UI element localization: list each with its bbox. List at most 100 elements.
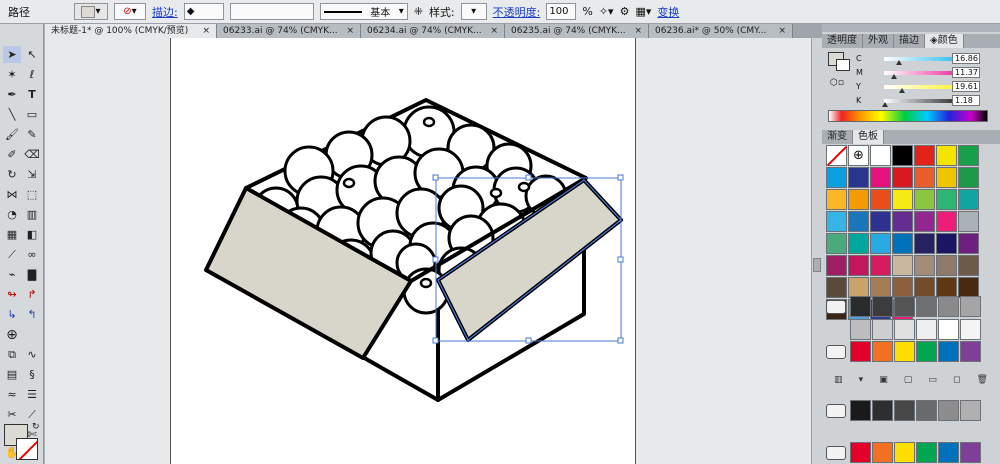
tab-stroke[interactable]: 描边 <box>894 34 925 48</box>
color-swatch[interactable] <box>892 211 913 232</box>
color-swatch[interactable] <box>960 400 981 421</box>
color-swatch[interactable] <box>916 341 937 362</box>
scale-tool-icon[interactable]: ⇲ <box>23 166 41 183</box>
color-swatch[interactable] <box>848 167 869 188</box>
color-swatch[interactable] <box>960 296 981 317</box>
color-swatch[interactable] <box>960 442 981 463</box>
settings-gear-icon[interactable]: ⚙ <box>620 5 630 18</box>
stroke-weight-field[interactable]: ◆ <box>183 3 224 20</box>
type-tool-icon[interactable]: T <box>23 86 41 103</box>
blob-brush-tool-icon[interactable]: ✐ <box>3 146 21 163</box>
magenta-value[interactable]: 11.37 <box>952 67 980 78</box>
color-swatch[interactable] <box>958 145 979 166</box>
color-swatch[interactable] <box>894 341 915 362</box>
color-group-icon[interactable]: ▢ <box>904 375 913 387</box>
color-swatch[interactable] <box>914 277 935 298</box>
swatch-options-icon[interactable]: ▣ <box>879 375 888 387</box>
color-swatch[interactable] <box>894 296 915 317</box>
magic-wand-tool-icon[interactable]: ✶ <box>3 66 21 83</box>
knife-tool-icon[interactable]: ⟋ <box>23 406 41 423</box>
tab-swatches[interactable]: 色板 <box>853 130 884 144</box>
black-value[interactable]: 1.18 <box>952 95 980 106</box>
color-swatch[interactable] <box>894 319 915 340</box>
doc-tab-06236[interactable]: 06236.ai* @ 50% (CMY... × <box>649 24 793 38</box>
doc-tab-06235[interactable]: 06235.ai @ 74% (CMYK... × <box>505 24 649 38</box>
color-swatch[interactable] <box>894 400 915 421</box>
color-swatch[interactable] <box>848 277 869 298</box>
color-swatch[interactable] <box>870 277 891 298</box>
color-swatch[interactable] <box>892 277 913 298</box>
color-spectrum-bar[interactable] <box>828 110 988 122</box>
align-options-icon[interactable]: ▦▾ <box>635 5 651 18</box>
shape-builder-tool-icon[interactable]: ◔ <box>3 206 21 223</box>
color-swatch[interactable] <box>870 255 891 276</box>
color-swatch[interactable] <box>960 319 981 340</box>
color-swatch[interactable] <box>914 255 935 276</box>
color-swatch[interactable] <box>870 145 891 166</box>
anchor-smooth-icon[interactable]: ↰ <box>23 306 41 323</box>
show-kinds-icon[interactable]: ▾ <box>859 375 864 387</box>
color-swatch[interactable] <box>870 189 891 210</box>
paintbrush-tool-icon[interactable]: 🖌 <box>3 126 21 143</box>
color-swatch[interactable] <box>936 211 957 232</box>
color-swatch[interactable] <box>848 233 869 254</box>
color-swatch[interactable] <box>850 319 871 340</box>
twist-icon[interactable]: § <box>23 366 41 383</box>
color-swatch[interactable] <box>958 277 979 298</box>
close-icon[interactable]: × <box>778 24 786 38</box>
color-swatch[interactable] <box>958 255 979 276</box>
artboard[interactable] <box>170 38 636 464</box>
line-tool-icon[interactable]: ╲ <box>3 106 21 123</box>
color-swatch[interactable] <box>938 341 959 362</box>
yellow-value[interactable]: 19.61 <box>952 81 980 92</box>
close-icon[interactable]: × <box>490 24 498 38</box>
brush-definition-dropdown[interactable]: 基本 ▾ <box>319 3 408 20</box>
color-swatch[interactable] <box>916 400 937 421</box>
pencil-tool-icon[interactable]: ✎ <box>23 126 41 143</box>
tab-gradient[interactable]: 渐变 <box>822 130 853 144</box>
color-swatch[interactable] <box>916 319 937 340</box>
cyan-slider-thumb[interactable] <box>896 60 903 65</box>
panel-stroke-swatch[interactable] <box>836 59 850 71</box>
color-swatch[interactable] <box>892 145 913 166</box>
anchor-delete-icon[interactable]: ↳ <box>3 306 21 323</box>
color-swatch[interactable] <box>870 233 891 254</box>
color-swatch[interactable] <box>870 167 891 188</box>
close-icon[interactable]: × <box>202 24 210 38</box>
transform-points-icon[interactable]: ⁜ <box>414 5 423 18</box>
color-swatch[interactable] <box>892 167 913 188</box>
pen-tool-icon[interactable]: ✒ <box>3 86 21 103</box>
perspective-grid-tool-icon[interactable]: ▥ <box>23 206 41 223</box>
color-swatch[interactable] <box>826 211 847 232</box>
color-swatch[interactable] <box>914 189 935 210</box>
color-swatch[interactable] <box>872 296 893 317</box>
color-swatch[interactable] <box>936 277 957 298</box>
color-swatch[interactable] <box>938 442 959 463</box>
library-menu-icon[interactable]: ▥ <box>834 375 843 387</box>
color-swatch[interactable] <box>826 189 847 210</box>
opacity-field[interactable]: 100 <box>546 3 577 20</box>
variable-width-dropdown[interactable] <box>229 3 314 20</box>
color-swatch[interactable] <box>914 233 935 254</box>
gradient-tool-icon[interactable]: ◧ <box>23 226 41 243</box>
color-swatch[interactable] <box>936 189 957 210</box>
fruit-box-artwork[interactable] <box>171 38 637 464</box>
grid-icon[interactable]: ▤ <box>3 366 21 383</box>
color-swatch[interactable] <box>914 167 935 188</box>
color-swatch[interactable] <box>938 296 959 317</box>
color-swatch[interactable] <box>958 211 979 232</box>
slice-tool-icon[interactable]: ✂ <box>3 406 21 423</box>
color-swatch[interactable] <box>872 400 893 421</box>
tab-transparency[interactable]: 透明度 <box>822 34 863 48</box>
color-swatch[interactable] <box>958 189 979 210</box>
recolor-icon[interactable]: ✧▾ <box>599 5 614 18</box>
magenta-slider-thumb[interactable] <box>890 74 897 79</box>
fill-swatch-dropdown[interactable]: ▾ <box>74 3 108 20</box>
color-swatch[interactable] <box>848 211 869 232</box>
mesh-tool-icon[interactable]: ▦ <box>3 226 21 243</box>
color-swatch[interactable] <box>960 341 981 362</box>
none-swatch[interactable] <box>826 145 847 166</box>
stroke-label[interactable]: 描边: <box>152 4 178 20</box>
color-swatch[interactable] <box>850 442 871 463</box>
lasso-tool-icon[interactable]: ℓ <box>23 66 41 83</box>
